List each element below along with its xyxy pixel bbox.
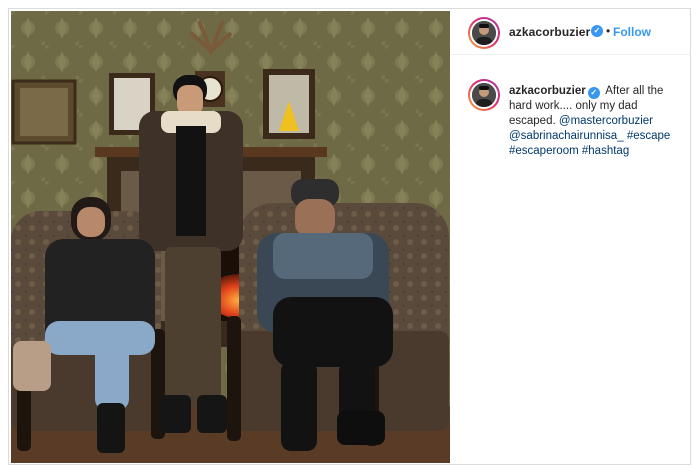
avatar-ring: [470, 19, 498, 47]
avatar-person-icon: [472, 83, 496, 107]
post-sidebar: azkacorbuzier ✓ • Follow azkacorbuzier ✓…: [451, 9, 690, 464]
hashtag-link[interactable]: #hashtag: [582, 145, 629, 157]
header-username[interactable]: azkacorbuzier: [509, 25, 590, 39]
profile-avatar[interactable]: [468, 17, 500, 49]
post-photo[interactable]: [11, 11, 450, 463]
verified-badge-icon: ✓: [587, 87, 600, 99]
hashtag-link[interactable]: #escape: [627, 130, 670, 142]
caption-text-block: azkacorbuzier ✓ After all the hard work..…: [509, 84, 684, 159]
avatar-image: [472, 21, 496, 45]
avatar-person-icon: [472, 21, 496, 45]
mention-link[interactable]: @mastercorbuzier: [559, 115, 653, 127]
post-header: azkacorbuzier ✓ • Follow: [451, 9, 690, 55]
follow-button[interactable]: Follow: [613, 25, 651, 39]
mention-link[interactable]: @sabrinachairunnisa_: [509, 130, 624, 142]
caption-username[interactable]: azkacorbuzier: [509, 85, 586, 97]
verified-badge-icon: ✓: [591, 25, 603, 37]
caption-avatar[interactable]: [468, 79, 500, 111]
instagram-post-embed: azkacorbuzier ✓ • Follow azkacorbuzier ✓…: [8, 8, 691, 465]
avatar-ring: [470, 81, 498, 109]
separator-dot: •: [606, 24, 611, 38]
hashtag-link[interactable]: #escaperoom: [509, 145, 579, 157]
avatar-image: [472, 83, 496, 107]
post-photo-illustration: [11, 11, 450, 463]
